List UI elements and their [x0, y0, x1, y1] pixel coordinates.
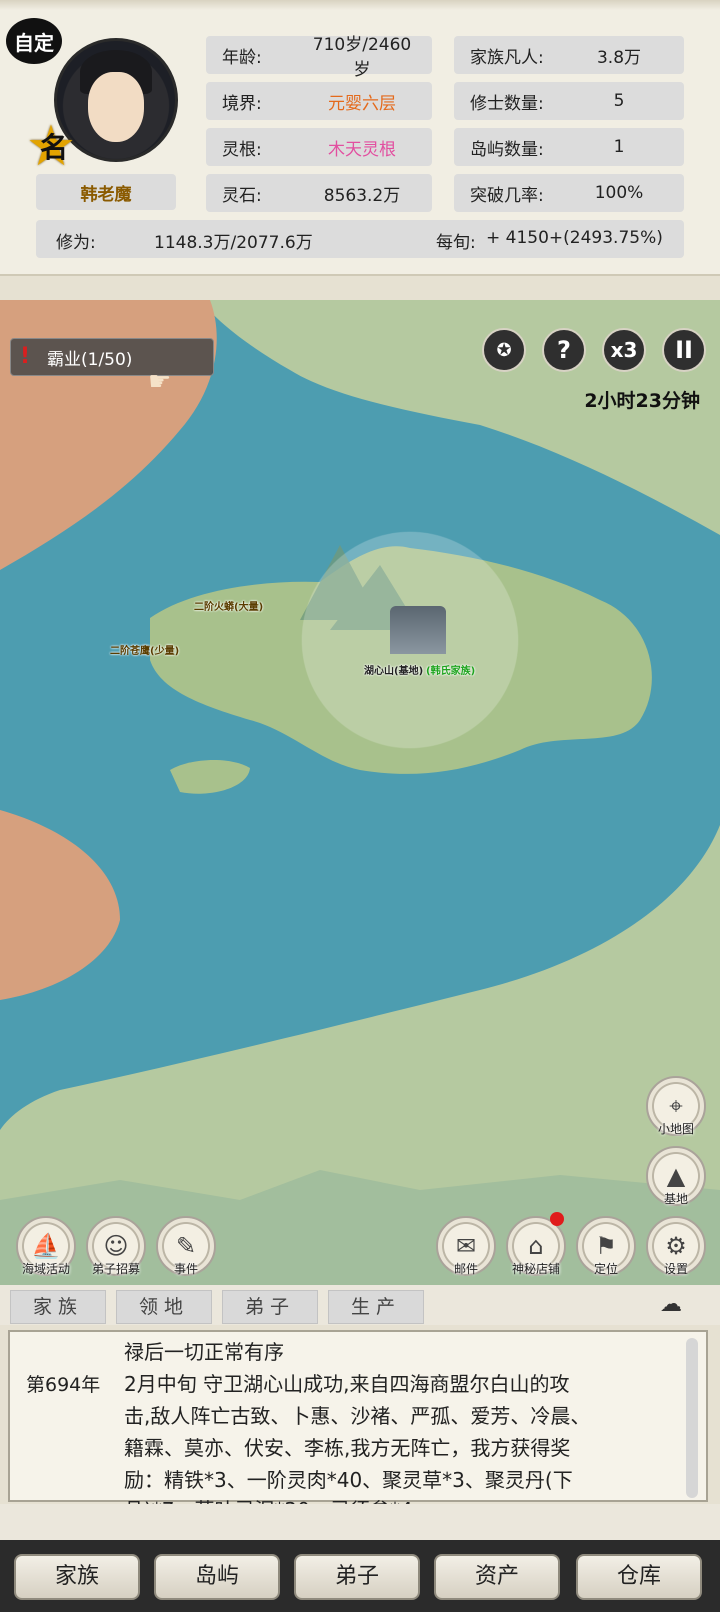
base-button-label: 基地 — [663, 1192, 688, 1206]
mail-icon: ✉ — [455, 1232, 477, 1260]
stat-label: 家族凡人: — [470, 47, 544, 68]
stat-islands: 岛屿数量: 1 — [454, 128, 684, 166]
locate-label: 定位 — [593, 1262, 618, 1276]
nav-assets[interactable]: 资产 — [434, 1554, 560, 1600]
stat-breakthrough: 突破几率: 100% — [454, 174, 684, 212]
stat-label: 境界: — [222, 93, 262, 114]
cloud-ornament-icon[interactable]: ☁ — [636, 1292, 706, 1322]
speed-button[interactable]: x3 — [602, 328, 646, 372]
shop-icon: ⌂ — [528, 1232, 544, 1260]
log-line: 籍霖、莫亦、伏安、李栋,我方无阵亡，我方获得奖 — [124, 1436, 571, 1460]
help-button[interactable]: ? — [542, 328, 586, 372]
custom-badge[interactable]: 自定 — [6, 18, 62, 64]
stat-label: 灵石: — [222, 185, 262, 206]
beast-label-eagle[interactable]: 二阶苍鹰(少量) — [110, 642, 179, 657]
per-period-value: + 4150+(2493.75%) — [486, 228, 663, 248]
pause-icon: II — [675, 336, 693, 364]
stat-label: 灵根: — [222, 139, 262, 160]
subtab-production[interactable]: 生产 — [328, 1290, 424, 1324]
log-year: 第694年 — [26, 1374, 101, 1396]
map-pin-icon: ⌖ — [669, 1092, 683, 1120]
stat-value: 1 — [613, 137, 625, 157]
log-text: 禄后一切正常有序 2月中旬 守卫湖心山成功,来自四海商盟尔白山的攻 击,敌人阵亡… — [124, 1336, 676, 1502]
speed-icon: x3 — [610, 338, 638, 362]
header-decoration — [0, 0, 720, 10]
countdown-timer: 2小时23分钟 — [584, 390, 700, 412]
nav-islands[interactable]: 岛屿 — [154, 1554, 280, 1600]
stat-root: 灵根: 木天灵根 — [206, 128, 432, 166]
settings-label: 设置 — [663, 1262, 688, 1276]
stat-value: 元婴六层 — [328, 93, 396, 114]
subtab-family[interactable]: 家族 — [10, 1290, 106, 1324]
log-footer — [0, 1504, 720, 1540]
character-name[interactable]: 韩老魔 — [36, 174, 176, 210]
stat-spirit-stones: 灵石: 8563.2万 — [206, 174, 432, 212]
subtab-territory[interactable]: 领地 — [116, 1290, 212, 1324]
stat-label: 修士数量: — [470, 93, 544, 114]
mail-label: 邮件 — [453, 1262, 478, 1276]
world-map[interactable] — [0, 300, 720, 1285]
gear-icon: ⚙ — [665, 1232, 687, 1260]
stat-label: 岛屿数量: — [470, 139, 544, 160]
log-scrollbar[interactable] — [686, 1338, 698, 1498]
cultivation-label: 修为: — [56, 233, 96, 253]
stat-value: 5 — [613, 91, 625, 111]
recruit-label: 弟子招募 — [91, 1262, 140, 1276]
stat-value: 100% — [594, 183, 644, 203]
cultivation-value: 1148.3万/2077.6万 — [154, 233, 313, 253]
notification-dot — [550, 1212, 564, 1226]
beast-label-fire-serpent[interactable]: 二阶火蟒(大量) — [194, 598, 263, 613]
stat-value: 木天灵根 — [328, 139, 396, 160]
per-period-label: 每旬: — [436, 233, 476, 253]
nav-disciples[interactable]: 弟子 — [294, 1554, 420, 1600]
achievement-button[interactable]: ✪ — [482, 328, 526, 372]
scroll-icon: ✎ — [175, 1232, 197, 1260]
shop-label: 神秘店铺 — [511, 1262, 560, 1276]
achievement-icon: ✪ — [496, 339, 512, 361]
disciple-icon: ☺ — [103, 1232, 129, 1260]
pointer-hand-icon: ☛ — [148, 367, 172, 397]
minimap-label: 小地图 — [657, 1122, 694, 1136]
rank-glyph: 名 — [39, 131, 68, 164]
stat-label: 年龄: — [222, 47, 262, 68]
cultivation-bar: 修为: 1148.3万/2077.6万 每旬: + 4150+(2493.75%… — [36, 220, 684, 258]
log-line: 禄后一切正常有序 — [124, 1340, 284, 1364]
stat-mortals: 家族凡人: 3.8万 — [454, 36, 684, 74]
stat-value: 8563.2万 — [323, 185, 401, 206]
stat-cultivators: 修士数量: 5 — [454, 82, 684, 120]
subtab-disciples[interactable]: 弟子 — [222, 1290, 318, 1324]
avatar-face — [88, 72, 144, 142]
log-line: 励：精铁*3、一阶灵肉*40、聚灵草*3、聚灵丹(下 — [124, 1468, 573, 1492]
sea-event-label: 海域活动 — [21, 1262, 70, 1276]
log-line: 击,敌人阵亡古致、卜惠、沙褚、严孤、爱芳、冷晨、 — [124, 1404, 591, 1428]
help-icon: ? — [557, 336, 571, 364]
map-terrain — [0, 300, 720, 1285]
mountain-icon: ▲ — [666, 1162, 686, 1190]
stat-value: 710岁/2460岁 — [312, 35, 412, 80]
base-label[interactable]: 湖心山(基地) — [364, 662, 423, 677]
alert-icon: ! — [19, 344, 31, 369]
stat-realm: 境界: 元婴六层 — [206, 82, 432, 120]
stat-value: 3.8万 — [596, 47, 642, 68]
log-line: 2月中旬 守卫湖心山成功,来自四海商盟尔白山的攻 — [124, 1372, 570, 1396]
events-label: 事件 — [173, 1262, 198, 1276]
stat-label: 突破几率: — [470, 185, 544, 206]
family-label: (韩氏家族) — [426, 666, 476, 677]
boat-icon: ⛵ — [31, 1232, 61, 1260]
base-gate-icon[interactable] — [390, 606, 446, 654]
nav-family[interactable]: 家族 — [14, 1554, 140, 1600]
stat-age: 年龄: 710岁/2460岁 — [206, 35, 432, 80]
quest-label: 霸业(1/50) — [47, 349, 133, 370]
flag-icon: ⚑ — [595, 1232, 617, 1260]
pause-button[interactable]: II — [662, 328, 706, 372]
nav-warehouse[interactable]: 仓库 — [576, 1554, 702, 1600]
